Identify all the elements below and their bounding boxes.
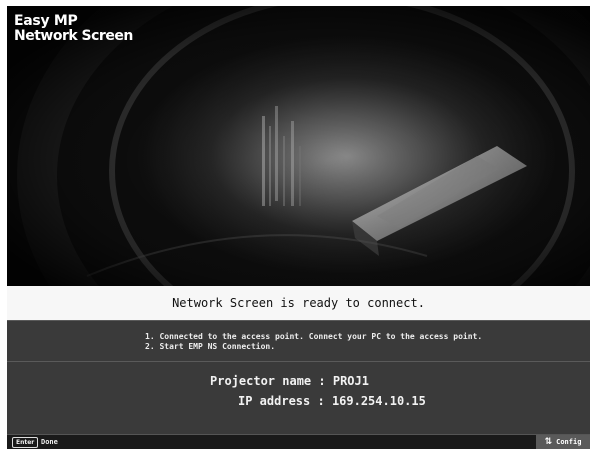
ip-address-row: IP address : 169.254.10.15 xyxy=(238,394,426,408)
app-logo: Easy MP Network Screen xyxy=(14,14,133,44)
config-icon: ⇅ xyxy=(544,437,553,447)
lens-laptop-graphic xyxy=(7,6,590,286)
config-button[interactable]: ⇅ Config xyxy=(536,435,590,449)
logo-line-2: Network Screen xyxy=(14,28,133,44)
instruction-line-2: 2. Start EMP NS Connection. xyxy=(145,342,276,351)
status-message: Network Screen is ready to connect. xyxy=(172,296,425,310)
footer-bar: Enter Done ⇅ Config xyxy=(7,434,590,449)
logo-line-1: Easy MP xyxy=(14,13,78,29)
ip-address-label: IP address xyxy=(238,394,311,408)
projector-info-panel: Projector name : PROJ1 IP address : 169.… xyxy=(7,362,590,434)
projector-screen: Easy MP Network Screen Network Screen is… xyxy=(7,6,590,449)
instructions-panel: 1. Connected to the access point. Connec… xyxy=(7,320,590,362)
projector-name-value: PROJ1 xyxy=(332,374,369,388)
ip-address-value: 169.254.10.15 xyxy=(331,394,426,408)
background-image: Easy MP Network Screen xyxy=(7,6,590,286)
projector-name-row: Projector name : PROJ1 xyxy=(210,374,369,388)
projector-name-label: Projector name xyxy=(210,374,312,388)
separator: : xyxy=(318,374,333,388)
separator: : xyxy=(317,394,332,408)
enter-key-icon[interactable]: Enter xyxy=(12,437,39,448)
enter-action-label: Done xyxy=(41,438,58,446)
instruction-line-1: 1. Connected to the access point. Connec… xyxy=(145,332,483,341)
config-label: Config xyxy=(556,438,582,446)
status-bar: Network Screen is ready to connect. xyxy=(7,286,590,320)
